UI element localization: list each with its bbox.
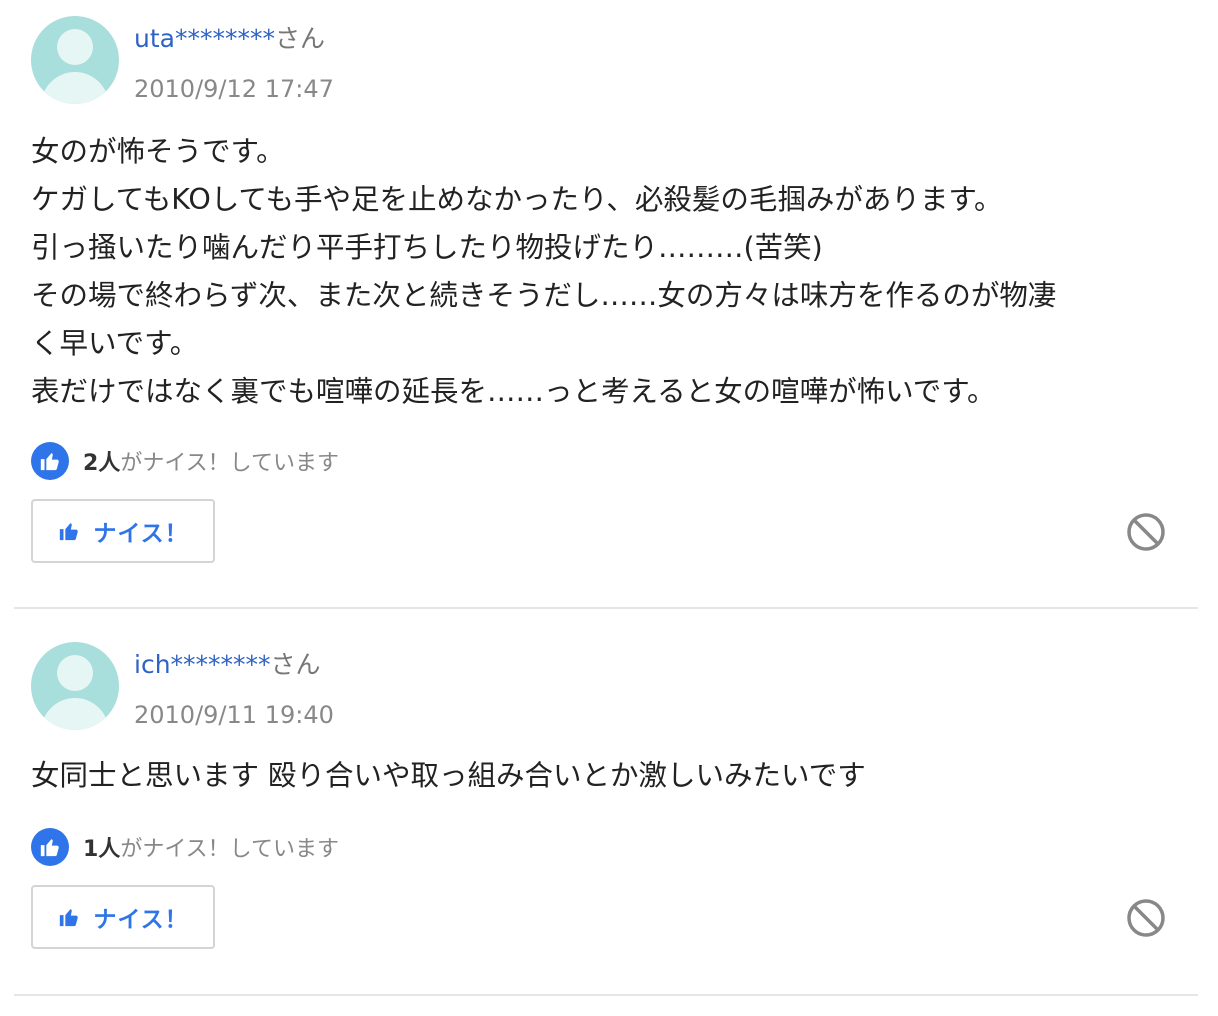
user-line: ich********さん bbox=[134, 650, 321, 680]
nice-count: 1人 bbox=[83, 837, 121, 862]
answer-line: く早いです。 bbox=[31, 327, 199, 360]
answer-body: 女同士と思います 殴り合いや取っ組み合いとか激しいみたいです bbox=[31, 752, 1191, 800]
nice-summary: 1人 がナイス！しています bbox=[31, 827, 339, 867]
answer-line: 引っ掻いたり噛んだり平手打ちしたり物投げたり………(苦笑) bbox=[31, 231, 823, 264]
answer-body: 女のが怖そうです。 ケガしてもKOしても手や足を止めなかったり、必殺髪の毛掴みが… bbox=[31, 128, 1191, 416]
answer-line: ケガしてもKOしても手や足を止めなかったり、必殺髪の毛掴みがあります。 bbox=[31, 183, 1003, 216]
answer-line: 女のが怖そうです。 bbox=[31, 135, 285, 168]
user-name-link[interactable]: uta******** bbox=[134, 24, 275, 53]
user-avatar-icon[interactable] bbox=[31, 16, 119, 104]
nice-button[interactable]: ナイス！ bbox=[31, 885, 215, 949]
answer-date: 2010/9/12 17:47 bbox=[134, 75, 334, 103]
nice-suffix: がナイス！しています bbox=[120, 451, 339, 476]
answer-line: 女同士と思います 殴り合いや取っ組み合いとか激しいみたいです bbox=[31, 759, 866, 792]
nice-button-label: ナイス！ bbox=[93, 907, 189, 933]
user-suffix: さん bbox=[270, 650, 321, 679]
nice-button-label: ナイス！ bbox=[93, 521, 189, 547]
answer-line: 表だけではなく裏でも喧嘩の延長を……っと考えると女の喧嘩が怖いです。 bbox=[31, 375, 996, 408]
nice-summary: 2人 がナイス！しています bbox=[31, 441, 339, 481]
nice-button[interactable]: ナイス！ bbox=[31, 499, 215, 563]
thumbs-up-icon bbox=[31, 828, 69, 866]
answer-line: その場で終わらず次、また次と続きそうだし……女の方々は味方を作るのが物凄 bbox=[31, 279, 1057, 312]
answer-date: 2010/9/11 19:40 bbox=[134, 701, 334, 729]
nice-suffix: がナイス！しています bbox=[120, 837, 339, 862]
thumbs-up-icon bbox=[60, 523, 79, 541]
block-icon[interactable] bbox=[1124, 896, 1168, 940]
thumbs-up-icon bbox=[60, 909, 79, 927]
nice-count: 2人 bbox=[83, 451, 121, 476]
divider bbox=[14, 994, 1198, 996]
answer-item: uta********さん 2010/9/12 17:47 女のが怖そうです。 … bbox=[14, 0, 1198, 609]
block-icon[interactable] bbox=[1124, 510, 1168, 554]
user-name-link[interactable]: ich******** bbox=[134, 650, 271, 679]
thumbs-up-icon bbox=[31, 442, 69, 480]
answer-item: ich********さん 2010/9/11 19:40 女同士と思います 殴… bbox=[14, 609, 1198, 996]
user-line: uta********さん bbox=[134, 24, 325, 54]
user-avatar-icon[interactable] bbox=[31, 642, 119, 730]
user-suffix: さん bbox=[274, 24, 325, 53]
